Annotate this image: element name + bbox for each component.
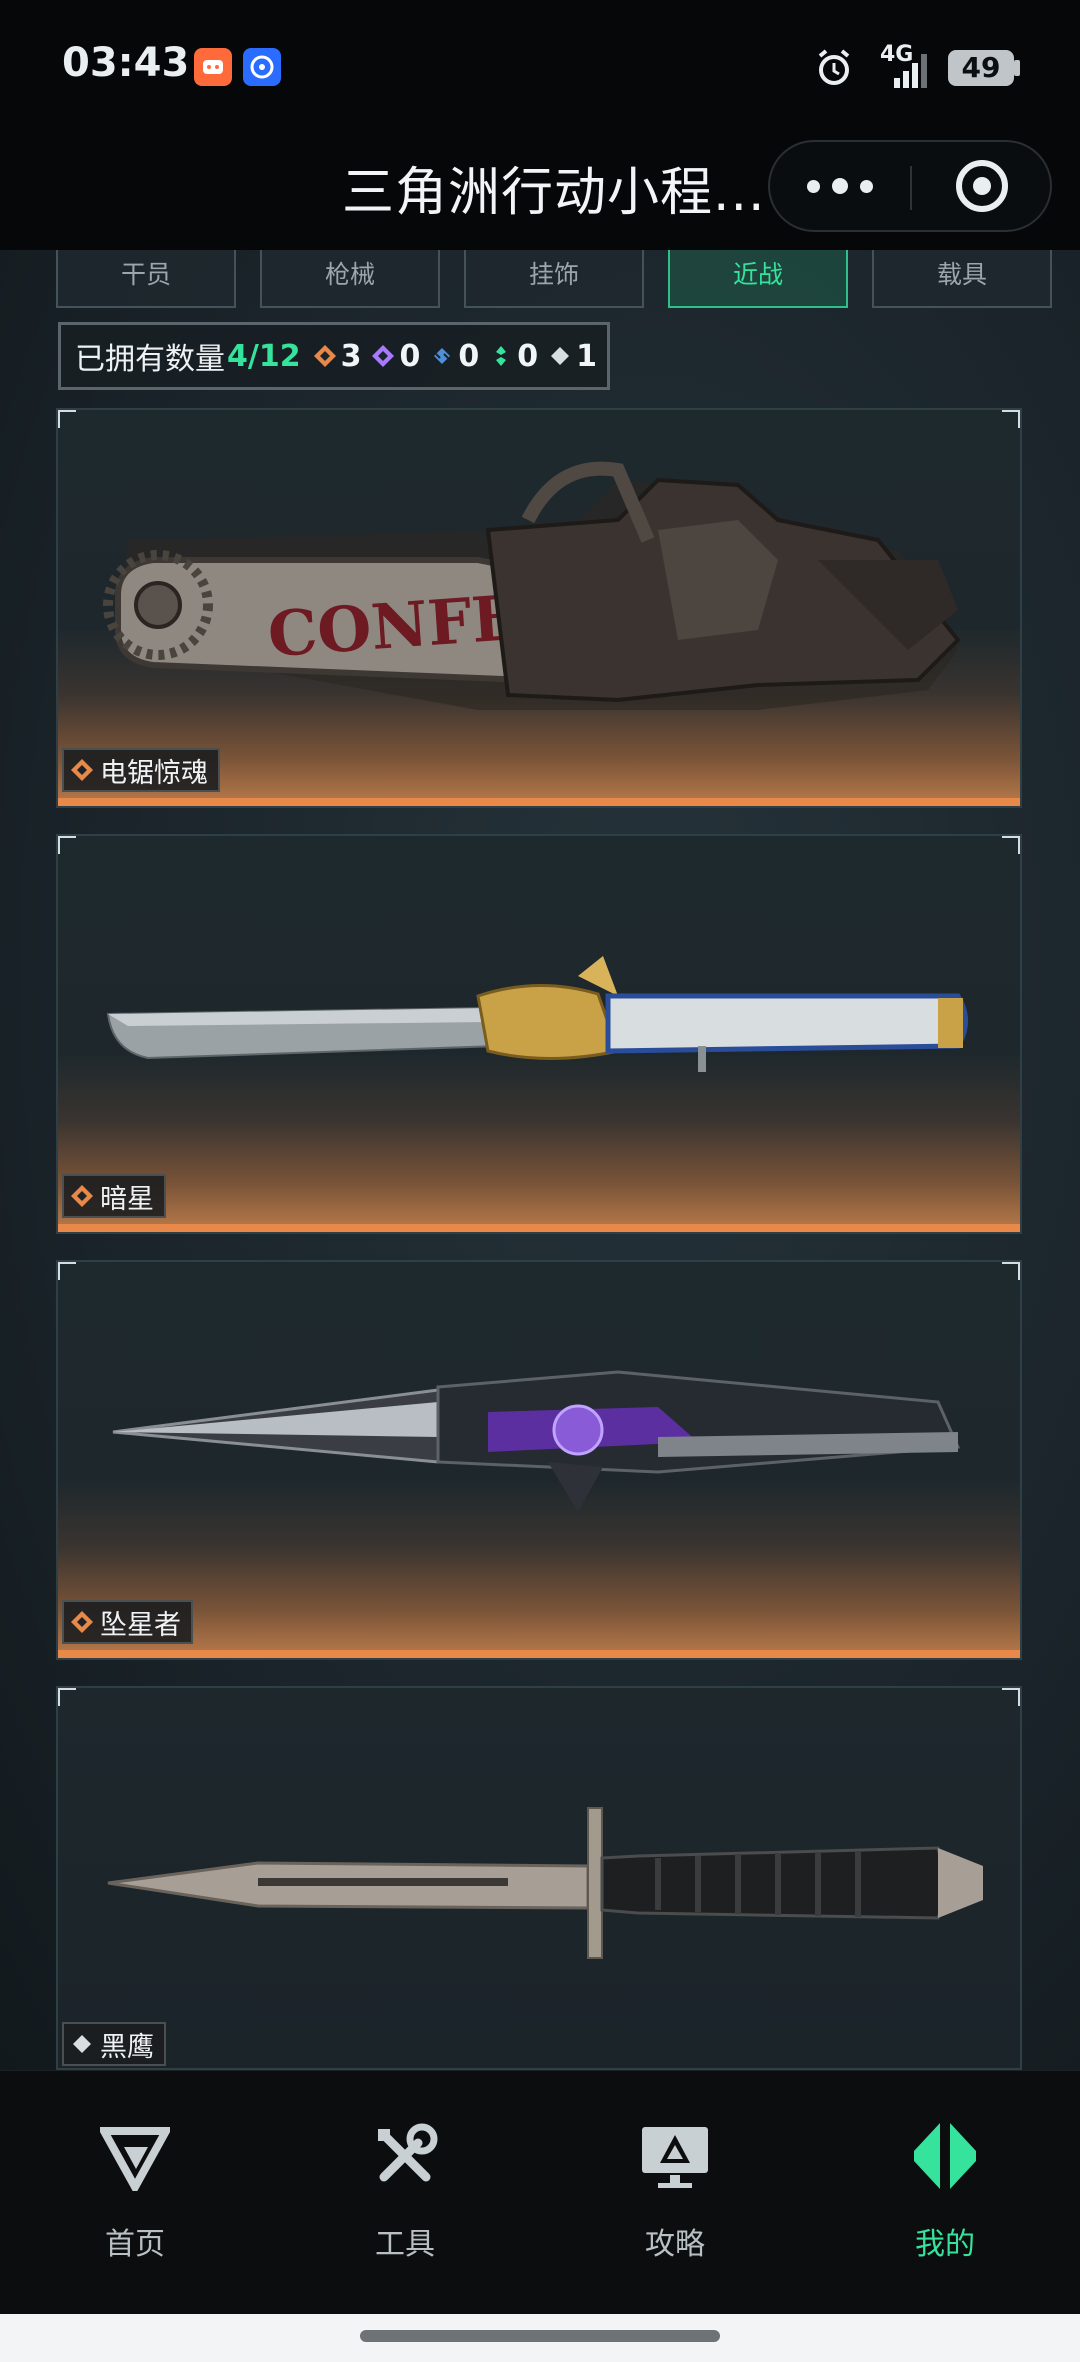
melee-item-card[interactable]: 坠星者 — [56, 1260, 1022, 1660]
melee-item-card[interactable]: 暗星 — [56, 834, 1022, 1234]
white-diamond-icon — [551, 347, 570, 365]
target-icon — [956, 160, 1008, 212]
tab-vehicles[interactable]: 载具 — [872, 250, 1052, 308]
category-tabs: 干员 枪械 挂饰 近战 载具 — [56, 250, 1052, 308]
more-button[interactable] — [770, 142, 910, 230]
delta-logo-icon — [100, 2127, 170, 2191]
orange-diamond-icon — [313, 345, 336, 367]
game-app-icon — [194, 48, 232, 86]
profile-logo-icon — [914, 2123, 976, 2189]
item-name: 坠星者 — [100, 1609, 181, 1641]
melee-item-card[interactable]: CONFESS 电锯惊魂 — [56, 408, 1022, 808]
nav-profile[interactable]: 我的 — [810, 2071, 1080, 2315]
status-time: 03:43 — [62, 40, 190, 86]
mini-program-capsule — [768, 140, 1052, 232]
tab-charms[interactable]: 挂饰 — [464, 250, 644, 308]
owned-count-box: 已拥有数量 4/12 3 0 0 0 1 — [58, 322, 610, 390]
home-indicator[interactable] — [360, 2330, 720, 2342]
owned-count: 4/12 — [227, 338, 301, 374]
nav-home[interactable]: 首页 — [0, 2071, 270, 2315]
item-name: 暗星 — [100, 1183, 154, 1215]
orange-diamond-icon — [71, 1611, 93, 1633]
orange-diamond-icon — [71, 1185, 93, 1207]
dagger-weapon-image — [112, 1370, 961, 1512]
item-label: 坠星者 — [62, 1600, 193, 1644]
blade-weapon-image — [106, 956, 968, 1072]
melee-item-card[interactable]: 黑鹰 — [56, 1686, 1022, 2070]
item-name: 黑鹰 — [100, 2031, 154, 2063]
owned-label: 已拥有数量 — [75, 342, 225, 377]
battery-level: 49 — [961, 51, 1001, 84]
rarity-green: 0 — [489, 339, 538, 374]
rarity-blue: 0 — [430, 339, 479, 374]
close-mini-program-button[interactable] — [912, 142, 1052, 230]
item-name: 电锯惊魂 — [100, 757, 208, 789]
purple-diamond-icon — [372, 345, 395, 367]
tab-firearms[interactable]: 枪械 — [260, 250, 440, 308]
tools-icon — [378, 2123, 438, 2182]
rarity-white: 1 — [548, 339, 597, 374]
white-diamond-icon — [73, 2035, 91, 2053]
guide-icon — [642, 2127, 708, 2188]
page-title: 三角洲行动小程... — [342, 163, 766, 223]
bottom-navigation: 首页 工具 攻略 我的 — [0, 2070, 1080, 2314]
combat-knife-weapon-image — [107, 1807, 983, 1959]
item-label: 暗星 — [62, 1174, 166, 1218]
status-bar: 03:43 4G 49 — [0, 0, 1080, 130]
collection-content[interactable]: 干员 枪械 挂饰 近战 载具 已拥有数量 4/12 3 0 0 0 1 CONF… — [0, 250, 1080, 2070]
tab-melee[interactable]: 近战 — [668, 250, 848, 308]
signal-icon — [894, 54, 927, 88]
alarm-icon — [818, 49, 850, 85]
tab-operators[interactable]: 干员 — [56, 250, 236, 308]
orange-diamond-icon — [71, 759, 93, 781]
rarity-orange: 3 — [313, 339, 361, 374]
item-label: 黑鹰 — [62, 2022, 166, 2066]
item-label: 电锯惊魂 — [62, 748, 220, 792]
rarity-purple: 0 — [371, 339, 420, 374]
nav-tools[interactable]: 工具 — [270, 2071, 540, 2315]
nav-guide[interactable]: 攻略 — [540, 2071, 810, 2315]
green-diamond-icon — [496, 346, 507, 366]
blue-diamond-icon — [434, 348, 451, 364]
pinwheel-app-icon — [243, 48, 281, 86]
